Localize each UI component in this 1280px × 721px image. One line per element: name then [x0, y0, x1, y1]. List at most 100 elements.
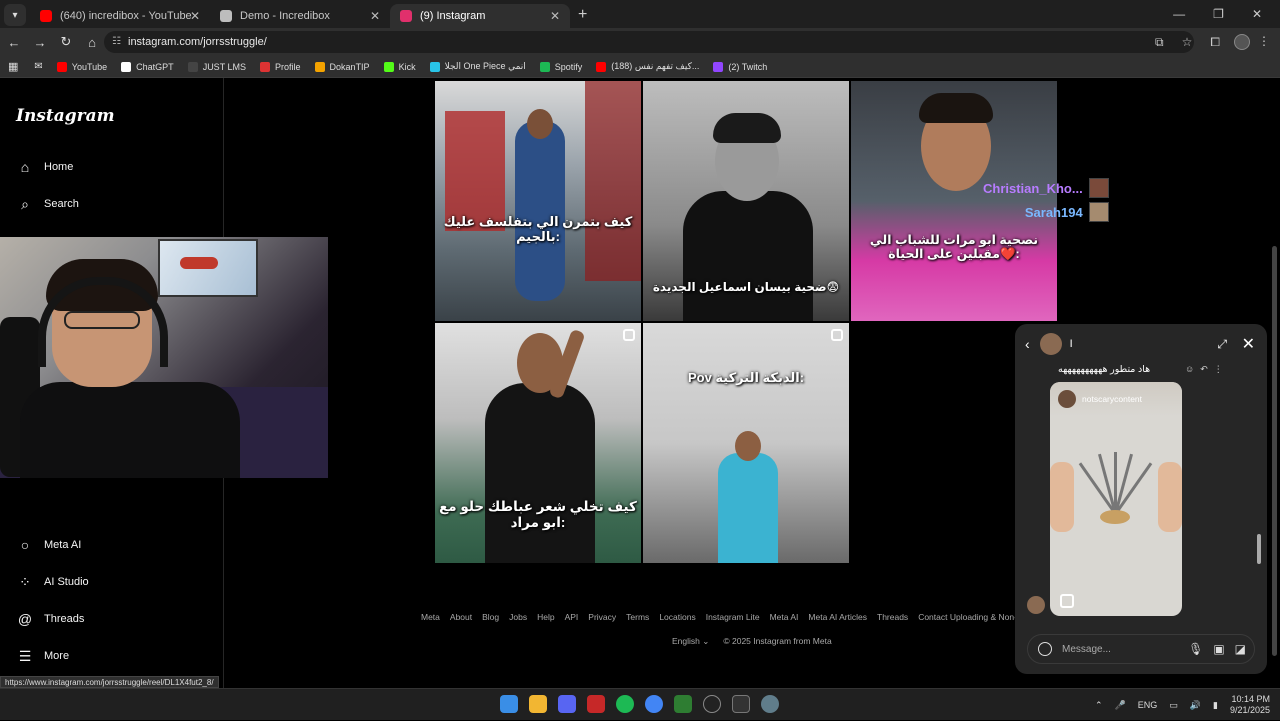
more-options-icon[interactable]: ⋮ — [1214, 364, 1223, 375]
sidebar-item-search[interactable]: ⌕ Search — [16, 195, 79, 213]
footer-link[interactable]: Privacy — [588, 612, 616, 622]
back-icon[interactable]: ← — [2, 35, 26, 50]
new-tab-icon[interactable]: + — [578, 6, 587, 24]
start-icon[interactable] — [500, 695, 518, 713]
bookmark-item[interactable]: الجلا One Piece انمي — [429, 61, 526, 72]
footer-link[interactable]: Instagram Lite — [706, 612, 760, 622]
sidebar-item-more[interactable]: ☰ More — [16, 647, 69, 665]
chrome-icon[interactable] — [645, 695, 663, 713]
sidebar-item-home[interactable]: ⌂ Home — [16, 158, 74, 176]
bookmark-favicon-icon — [260, 61, 271, 72]
instagram-logo[interactable]: Instagram — [16, 106, 115, 126]
sidebar-item-threads[interactable]: @ Threads — [16, 610, 84, 628]
tab-youtube[interactable]: (640) incredibox - YouTube ✕ — [30, 4, 210, 28]
language-indicator[interactable]: ENG — [1138, 700, 1158, 710]
close-tab-icon[interactable]: ✕ — [370, 9, 380, 23]
bookmark-item[interactable]: Kick — [383, 61, 416, 72]
tab-title: (9) Instagram — [420, 10, 486, 22]
close-tab-icon[interactable]: ✕ — [550, 9, 560, 23]
restore-icon[interactable]: ❐ — [1213, 7, 1224, 21]
browser-menu-icon[interactable]: ⋮ — [1258, 34, 1270, 48]
chevron-left-icon[interactable]: ‹ — [1025, 336, 1030, 352]
apps-grid-icon[interactable]: ▦ — [8, 60, 18, 73]
microphone-icon[interactable]: 🎙 — [1188, 642, 1203, 656]
sidebar-item-meta-ai[interactable]: ○ Meta AI — [16, 536, 82, 554]
epic-games-icon[interactable] — [732, 695, 750, 713]
tab-search-button[interactable]: ▾ — [4, 4, 26, 26]
clock[interactable]: 10:14 PM 9/21/2025 — [1230, 694, 1270, 716]
gmail-icon[interactable]: ✉ — [34, 61, 42, 72]
browser-tab-strip: ▾ (640) incredibox - YouTube ✕ Demo - In… — [0, 0, 1280, 28]
footer-link[interactable]: Meta AI Articles — [808, 612, 867, 622]
bookmark-item[interactable]: JUST LMS — [187, 61, 246, 72]
reel-thumbnail[interactable]: كيف تخلي شعر عباطك حلو مع ابو مراد: — [435, 323, 641, 563]
app-icon[interactable] — [587, 695, 605, 713]
volume-icon[interactable]: 🔊 — [1190, 700, 1201, 711]
image-icon[interactable]: ▣ — [1213, 642, 1224, 656]
footer-link[interactable]: Terms — [626, 612, 649, 622]
bookmark-item[interactable]: ChatGPT — [121, 61, 174, 72]
reload-icon[interactable]: ↻ — [54, 34, 78, 50]
footer-link[interactable]: Threads — [877, 612, 908, 622]
file-explorer-icon[interactable] — [529, 695, 547, 713]
app-icon[interactable] — [674, 695, 692, 713]
tab-incredibox[interactable]: Demo - Incredibox ✕ — [210, 4, 390, 28]
settings-icon[interactable] — [761, 695, 779, 713]
shared-reel-card[interactable]: notscarycontent — [1050, 382, 1182, 616]
bookmark-item[interactable]: YouTube — [56, 61, 107, 72]
footer-link[interactable]: Blog — [482, 612, 499, 622]
reel-thumbnail[interactable]: كيف بتمرن الي بتفلسف عليك بالجيم: — [435, 81, 641, 321]
stream-chat-overlay: Christian_Kho... Sarah194 — [983, 178, 1109, 226]
profile-avatar[interactable] — [1234, 34, 1250, 50]
emoji-react-icon[interactable]: ☺ — [1185, 364, 1194, 375]
home-page-icon[interactable]: ⌂ — [80, 35, 104, 50]
sidebar-item-ai-studio[interactable]: ⁘ AI Studio — [16, 573, 89, 591]
footer-link[interactable]: Help — [537, 612, 554, 622]
microphone-icon[interactable]: 🎤 — [1115, 700, 1126, 711]
bookmark-item[interactable]: DokanTIP — [314, 61, 370, 72]
chat-contact-name[interactable]: I — [1070, 338, 1073, 350]
minimize-icon[interactable]: — — [1173, 7, 1185, 21]
obs-icon[interactable] — [703, 695, 721, 713]
forward-icon[interactable]: → — [28, 35, 52, 50]
footer-link[interactable]: Jobs — [509, 612, 527, 622]
cast-icon[interactable]: ⧉ — [1155, 35, 1164, 50]
tab-instagram[interactable]: (9) Instagram ✕ — [390, 4, 570, 28]
close-window-icon[interactable]: ✕ — [1252, 7, 1262, 21]
reply-icon[interactable]: ↶ — [1200, 364, 1208, 375]
message-input[interactable]: Message... — [1062, 644, 1111, 655]
page-scrollbar[interactable] — [1272, 246, 1277, 656]
bookmark-item[interactable]: Spotify — [539, 61, 582, 72]
chat-scrollbar[interactable] — [1257, 384, 1261, 584]
language-select[interactable]: English ⌄ — [672, 636, 709, 647]
reel-thumbnail[interactable]: ضحية بيسان اسماعيل الجديدة😨 — [643, 81, 849, 321]
message-composer[interactable]: Message... 🎙 ▣ ◪ — [1027, 634, 1255, 664]
footer-link[interactable]: About — [450, 612, 472, 622]
close-icon[interactable]: ✕ — [1242, 334, 1255, 354]
footer-link[interactable]: API — [565, 612, 579, 622]
discord-icon[interactable] — [558, 695, 576, 713]
footer-link[interactable]: Meta — [421, 612, 440, 622]
address-bar[interactable]: ☷ instagram.com/jorrsstruggle/ — [104, 31, 1194, 53]
close-tab-icon[interactable]: ✕ — [190, 9, 200, 23]
bookmark-star-icon[interactable]: ☆ — [1182, 35, 1193, 49]
bookmark-item[interactable]: (188) كيف تفهم نفس... — [596, 61, 699, 72]
emoji-icon[interactable] — [1038, 642, 1052, 656]
footer-link[interactable]: Locations — [659, 612, 695, 622]
avatar[interactable] — [1039, 333, 1062, 355]
bookmark-item[interactable]: (2) Twitch — [713, 61, 767, 72]
battery-icon[interactable]: ▮ — [1213, 700, 1218, 711]
expand-icon[interactable]: ⤢ — [1217, 337, 1227, 352]
taskbar-apps — [500, 695, 779, 713]
footer-link[interactable]: Meta AI — [770, 612, 799, 622]
bookmark-item[interactable]: Profile — [260, 61, 301, 72]
chevron-up-icon[interactable]: ⌃ — [1095, 700, 1103, 711]
clock-time: 10:14 PM — [1231, 694, 1270, 704]
window-controls: — ❐ ✕ — [1173, 0, 1280, 28]
reel-thumbnail[interactable]: Pov الدبكة التركية: — [643, 323, 849, 563]
site-info-icon[interactable]: ☷ — [112, 36, 121, 47]
extensions-icon[interactable]: ⧠ — [1210, 35, 1220, 50]
display-icon[interactable]: ▭ — [1169, 700, 1178, 711]
sticker-icon[interactable]: ◪ — [1235, 642, 1246, 656]
spotify-icon[interactable] — [616, 695, 634, 713]
